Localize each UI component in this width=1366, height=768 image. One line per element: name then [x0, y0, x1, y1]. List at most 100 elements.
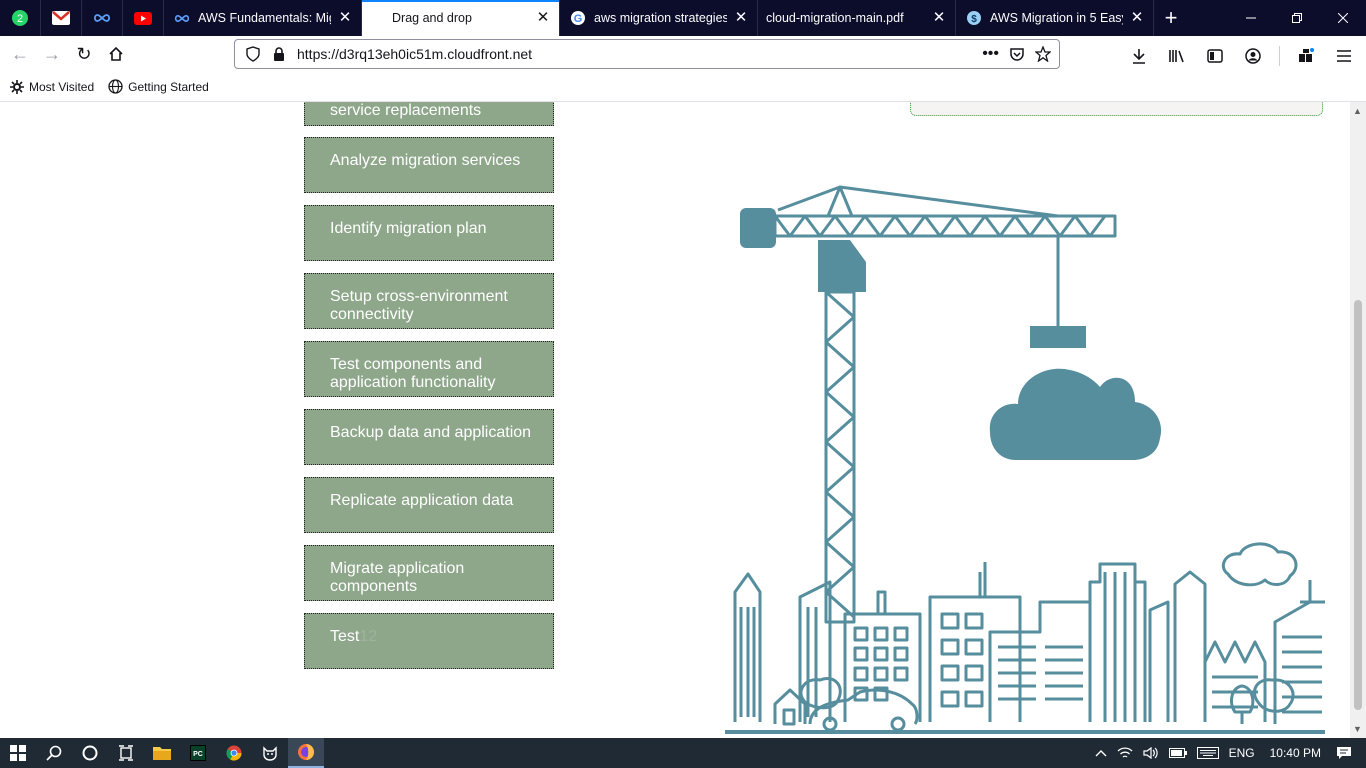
tab-title: AWS Migration in 5 Easy S	[990, 11, 1123, 25]
dollar-icon: $	[966, 10, 982, 26]
restore-icon	[1292, 13, 1302, 23]
sidebar-button[interactable]	[1199, 40, 1231, 72]
plus-icon: +	[1164, 5, 1178, 30]
scroll-up-icon[interactable]: ▲	[1353, 106, 1362, 116]
pocket-icon[interactable]	[1009, 46, 1025, 62]
home-icon	[109, 46, 123, 61]
extensions-icon	[1299, 48, 1314, 62]
svg-text:$: $	[971, 14, 977, 25]
bookmarks-toolbar: Most Visited Getting Started	[0, 72, 1366, 102]
tab-aws-migration-strategies[interactable]: G aws migration strategies a ✕	[560, 0, 758, 36]
svg-text:2: 2	[17, 13, 23, 25]
download-icon	[1133, 49, 1145, 64]
url-text: https://d3rq13eh0ic51m.cloudfront.net	[297, 46, 533, 62]
language-indicator[interactable]: ENG	[1229, 746, 1255, 760]
tab-cloud-migration-pdf[interactable]: cloud-migration-main.pdf ✕	[758, 0, 956, 36]
toolbar-right	[1123, 40, 1360, 72]
wifi-icon[interactable]	[1117, 747, 1133, 759]
hamburger-menu-icon	[1337, 50, 1351, 62]
app-cat-button[interactable]	[252, 738, 288, 768]
task-view-button[interactable]	[108, 738, 144, 768]
scrollbar-thumb[interactable]	[1354, 300, 1362, 710]
app-menu-button[interactable]	[1328, 40, 1360, 72]
pinned-tab-infinity[interactable]	[82, 0, 123, 36]
bookmark-star-icon[interactable]	[1035, 46, 1051, 62]
tab-aws-migration-5-steps[interactable]: $ AWS Migration in 5 Easy S ✕	[956, 0, 1154, 36]
cortana-circle-icon	[82, 745, 98, 761]
tab-title: aws migration strategies a	[594, 11, 727, 25]
address-bar[interactable]: https://d3rq13eh0ic51m.cloudfront.net ••…	[234, 39, 1060, 69]
firefox-icon	[298, 744, 314, 760]
tab-title: Drag and drop	[392, 11, 472, 25]
tab-title: AWS Fundamentals: Migra	[198, 11, 331, 25]
close-icon	[1338, 13, 1348, 23]
bookmark-getting-started[interactable]: Getting Started	[108, 79, 209, 94]
close-icon[interactable]: ✕	[535, 10, 551, 26]
infinity-icon	[93, 14, 111, 22]
library-icon	[1169, 50, 1184, 63]
youtube-icon	[134, 11, 152, 25]
page-content: service replacements Analyze migration s…	[0, 102, 1350, 738]
reload-button[interactable]: ↻	[68, 38, 100, 70]
whatsapp-icon: 2	[12, 10, 28, 26]
notifications-icon[interactable]	[1336, 746, 1352, 760]
minimize-icon	[1246, 17, 1256, 19]
volume-icon[interactable]	[1143, 747, 1159, 759]
globe-icon	[108, 79, 123, 94]
scroll-down-icon[interactable]: ▼	[1353, 724, 1362, 734]
file-explorer-button[interactable]	[144, 738, 180, 768]
restore-button[interactable]	[1274, 0, 1320, 36]
firefox-button[interactable]	[288, 738, 324, 768]
shield-icon[interactable]	[241, 46, 265, 62]
bookmark-label: Getting Started	[128, 79, 209, 94]
sidebar-icon	[1207, 49, 1223, 63]
pycharm-icon: PC	[190, 745, 206, 761]
task-view-icon	[119, 745, 133, 761]
downloads-button[interactable]	[1123, 40, 1155, 72]
windows-taskbar: PC ENG 10:40 PM	[0, 738, 1366, 768]
close-icon[interactable]: ✕	[931, 10, 947, 26]
close-icon[interactable]: ✕	[733, 10, 749, 26]
reload-icon: ↻	[76, 43, 92, 64]
pinned-tab-whatsapp[interactable]: 2	[0, 0, 41, 36]
forward-button[interactable]: →	[36, 38, 68, 70]
cat-icon	[263, 746, 277, 761]
new-tab-button[interactable]: +	[1154, 0, 1188, 36]
close-window-button[interactable]	[1320, 0, 1366, 36]
bookmark-label: Most Visited	[29, 79, 95, 94]
google-icon: G	[570, 10, 586, 26]
battery-icon[interactable]	[1168, 748, 1187, 758]
back-button[interactable]: ←	[4, 38, 36, 70]
more-actions-icon[interactable]: •••	[982, 45, 999, 63]
folder-icon	[153, 747, 171, 760]
keyboard-icon[interactable]	[1196, 747, 1219, 759]
arrow-left-icon: ←	[11, 43, 29, 64]
pinned-tab-gmail[interactable]	[41, 0, 82, 36]
close-icon[interactable]: ✕	[337, 10, 353, 26]
svg-text:PC: PC	[193, 751, 203, 758]
minimize-button[interactable]	[1228, 0, 1274, 36]
start-button[interactable]	[0, 738, 36, 768]
tab-drag-and-drop[interactable]: Drag and drop ✕	[362, 0, 560, 36]
chrome-icon	[226, 745, 242, 761]
search-button[interactable]	[36, 738, 72, 768]
infinity-icon	[174, 10, 190, 26]
cortana-button[interactable]	[72, 738, 108, 768]
extensions-button[interactable]	[1290, 40, 1322, 72]
account-button[interactable]	[1237, 40, 1269, 72]
close-icon[interactable]: ✕	[1129, 10, 1145, 26]
pinned-tab-youtube[interactable]	[123, 0, 164, 36]
pycharm-button[interactable]: PC	[180, 738, 216, 768]
chevron-up-icon[interactable]	[1095, 749, 1107, 757]
windows-icon	[10, 745, 26, 761]
page-scrollbar[interactable]: ▲ ▼	[1350, 102, 1366, 738]
clock[interactable]: 10:40 PM	[1270, 746, 1321, 760]
gmail-icon	[52, 11, 70, 25]
bookmark-most-visited[interactable]: Most Visited	[10, 79, 95, 94]
home-button[interactable]	[100, 38, 132, 70]
library-button[interactable]	[1161, 40, 1193, 72]
tab-aws-fundamentals[interactable]: AWS Fundamentals: Migra ✕	[164, 0, 362, 36]
gear-icon	[10, 79, 24, 94]
chrome-button[interactable]	[216, 738, 252, 768]
lock-icon[interactable]	[267, 47, 291, 61]
